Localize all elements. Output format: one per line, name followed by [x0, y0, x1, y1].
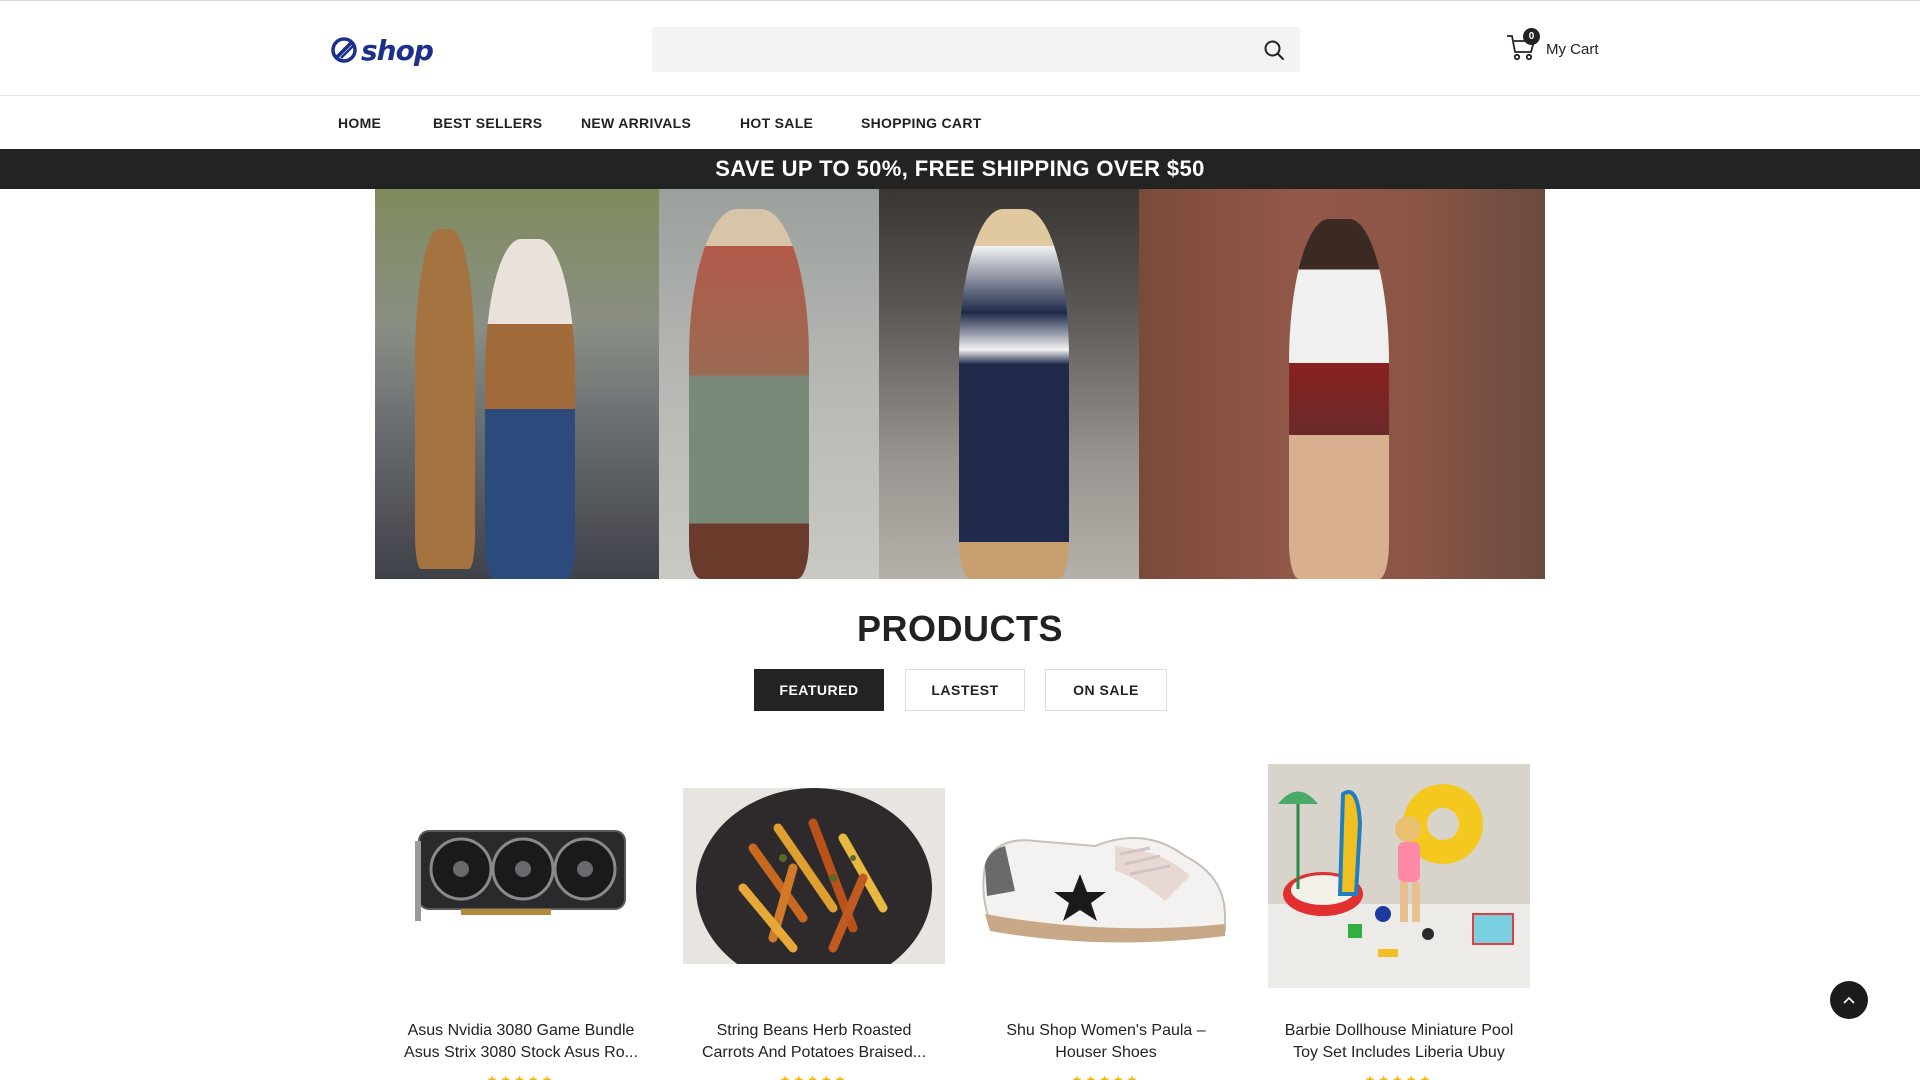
- promo-banner: SAVE UP TO 50%, FREE SHIPPING OVER $50: [0, 149, 1920, 189]
- product-image-roasted-vegetables[interactable]: [683, 764, 945, 988]
- logo-text: shop: [361, 33, 434, 67]
- product-image-barbie-pool-set[interactable]: [1268, 764, 1530, 988]
- logo-mark-icon: [331, 37, 357, 63]
- tab-lastest[interactable]: LASTEST: [905, 669, 1025, 711]
- product-card[interactable]: String Beans Herb Roasted Carrots And Po…: [683, 764, 945, 1080]
- chevron-up-icon: [1843, 996, 1855, 1004]
- product-rating: ★★★★★: [1071, 1073, 1141, 1080]
- product-rating: ★★★★★: [1364, 1073, 1434, 1080]
- hero-collage[interactable]: [375, 189, 1545, 579]
- site-header: shop 0 My Cart: [0, 1, 1920, 96]
- search-bar: [652, 27, 1300, 72]
- cart-icon: 0: [1505, 28, 1540, 64]
- tab-featured[interactable]: FEATURED: [754, 669, 884, 711]
- main-nav: HOME BEST SELLERS NEW ARRIVALS HOT SALE …: [0, 97, 1920, 149]
- hero-photo-1: [375, 189, 659, 579]
- shop-logo[interactable]: shop: [330, 33, 434, 67]
- product-name[interactable]: Asus Nvidia 3080 Game Bundle Asus Strix …: [390, 1020, 652, 1064]
- nav-item-hot-sale[interactable]: HOT SALE: [740, 115, 813, 131]
- product-name[interactable]: Barbie Dollhouse Miniature Pool Toy Set …: [1268, 1020, 1530, 1064]
- product-card[interactable]: Barbie Dollhouse Miniature Pool Toy Set …: [1268, 764, 1530, 1080]
- nav-item-new-arrivals[interactable]: NEW ARRIVALS: [581, 115, 691, 131]
- product-rating: ★★★★★: [486, 1073, 556, 1080]
- product-name[interactable]: String Beans Herb Roasted Carrots And Po…: [683, 1020, 945, 1064]
- tab-on-sale[interactable]: ON SALE: [1045, 669, 1167, 711]
- nav-item-home[interactable]: HOME: [338, 115, 381, 131]
- search-icon: [1264, 40, 1284, 60]
- hero-photo-4: [1139, 189, 1545, 579]
- product-card[interactable]: Asus Nvidia 3080 Game Bundle Asus Strix …: [390, 764, 652, 1080]
- search-button[interactable]: [1262, 38, 1286, 62]
- product-tabs: FEATURED LASTEST ON SALE: [0, 669, 1920, 711]
- hero-photo-2: [659, 189, 879, 579]
- hero-photo-3: [879, 189, 1139, 579]
- cart-count-badge: 0: [1523, 28, 1540, 45]
- nav-item-best-sellers[interactable]: BEST SELLERS: [433, 115, 542, 131]
- product-image-graphics-card[interactable]: [390, 764, 652, 988]
- product-rating: ★★★★★: [779, 1073, 849, 1080]
- search-input[interactable]: [652, 27, 1242, 72]
- product-image-sneaker[interactable]: [975, 764, 1237, 988]
- cart-label: My Cart: [1546, 40, 1599, 58]
- cart-button[interactable]: 0 My Cart: [1505, 28, 1599, 65]
- products-title: PRODUCTS: [856, 608, 1063, 649]
- promo-text: SAVE UP TO 50%, FREE SHIPPING OVER $50: [715, 156, 1205, 181]
- nav-item-shopping-cart[interactable]: SHOPPING CART: [861, 115, 982, 131]
- product-card[interactable]: Shu Shop Women's Paula – Houser Shoes ★★…: [975, 764, 1237, 1080]
- back-to-top-button[interactable]: [1830, 981, 1868, 1019]
- product-name[interactable]: Shu Shop Women's Paula – Houser Shoes: [975, 1020, 1237, 1064]
